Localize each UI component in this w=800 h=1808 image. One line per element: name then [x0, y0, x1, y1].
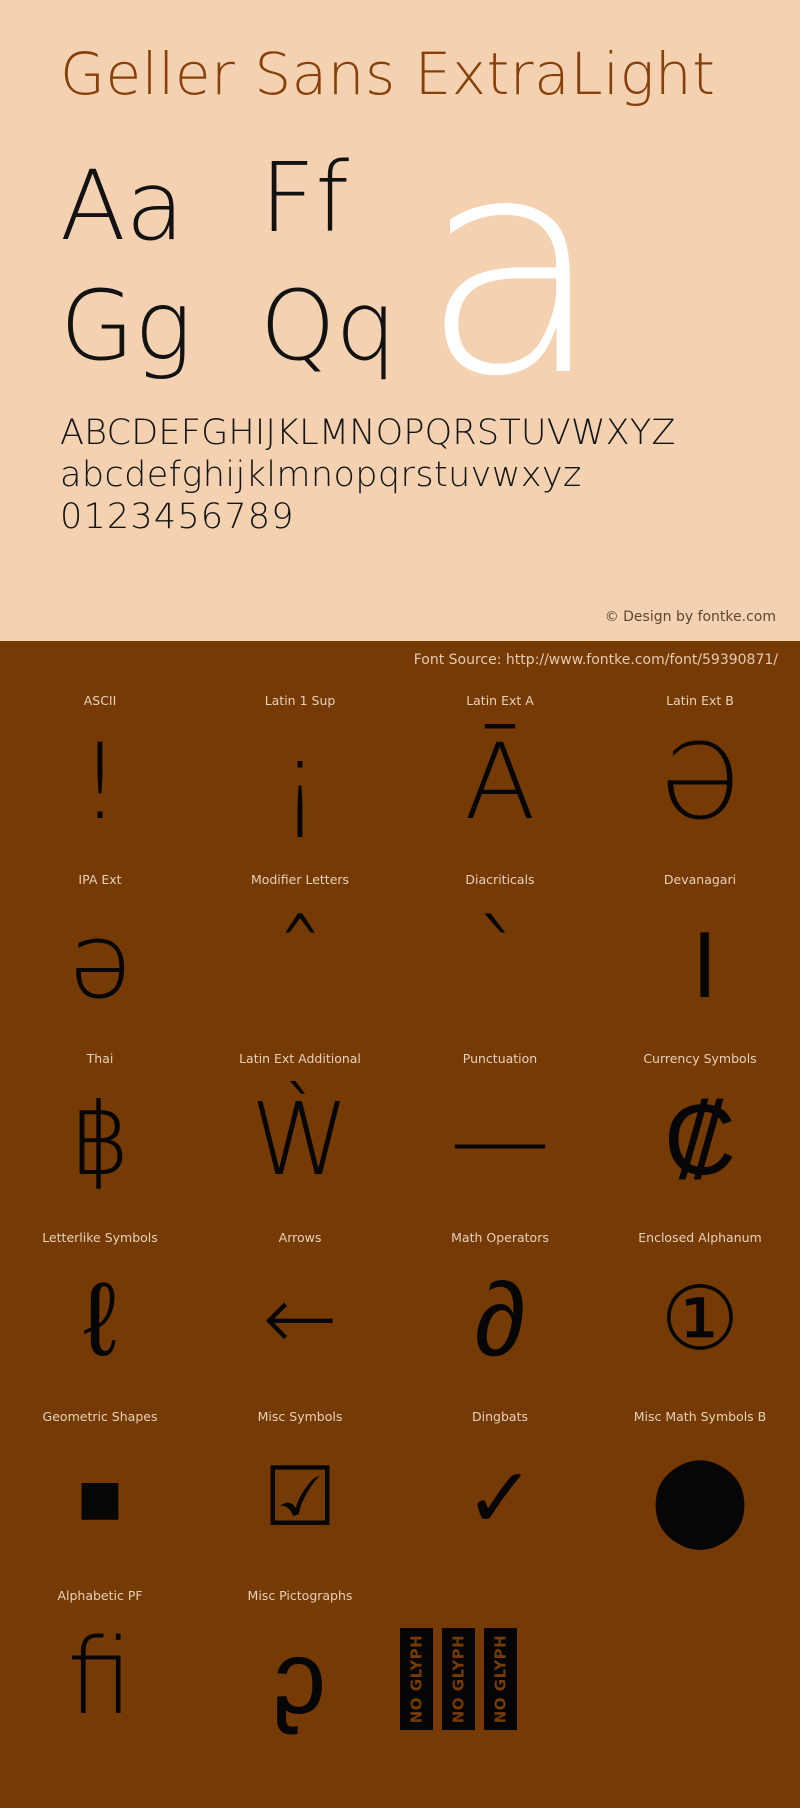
letter-pair-grid: Aa Ff Gg Qq	[60, 150, 740, 395]
letter-pair-ff: Ff	[260, 142, 350, 254]
digit-row: 0123456789	[60, 497, 295, 537]
hero-panel: Geller Sans ExtraLight Aa Ff Gg Qq a ABC…	[0, 0, 800, 641]
unicode-block-cell[interactable]: Latin Ext BƏ	[600, 679, 800, 858]
unicode-block-cell[interactable]: Letterlike Symbols ℓ	[0, 1216, 200, 1395]
design-credit: © Design by fontke.com	[604, 609, 776, 625]
devanagari-danda-glyph: ।	[680, 900, 720, 1022]
check-mark-glyph: ✓	[464, 1449, 536, 1547]
no-glyph-label: NO GLYPH	[491, 1634, 509, 1724]
page-title: Geller Sans ExtraLight	[60, 40, 716, 108]
unicode-block-cell[interactable]	[600, 1574, 800, 1754]
unicode-block-cell[interactable]: NO GLYPH NO GLYPH NO GLYPH	[400, 1574, 600, 1754]
unicode-block-cell[interactable]: Thai ฿	[0, 1037, 200, 1216]
unicode-block-cell[interactable]: Latin Ext Additional Ẁ	[200, 1037, 400, 1216]
unicode-block-row: Geometric Shapes ■ Misc Symbols ☑ Dingbats ✓ M…	[0, 1395, 800, 1574]
unicode-block-cell[interactable]: Currency Symbols ₡	[600, 1037, 800, 1216]
unicode-block-cell[interactable]: ASCII!	[0, 679, 200, 858]
unicode-block-cell[interactable]: Misc Symbols ☑	[200, 1395, 400, 1574]
no-glyph-box: NO GLYPH	[442, 1628, 475, 1730]
font-source-link[interactable]: Font Source: http://www.fontke.com/font/…	[414, 651, 778, 669]
unicode-blocks-panel: Font Source: http://www.fontke.com/font/…	[0, 641, 800, 1808]
uppercase-alphabet: ABCDEFGHIJKLMNOPQRSTUVWXYZ	[60, 413, 676, 453]
missing-glyph-boxes: NO GLYPH NO GLYPH NO GLYPH	[400, 1604, 600, 1754]
capital-schwa-glyph: Ə	[659, 721, 741, 843]
unicode-block-row: Thai ฿ Latin Ext Additional Ẁ Punctuation — Cu…	[0, 1037, 800, 1216]
colon-currency-glyph: ₡	[663, 1081, 737, 1198]
large-display-letter: a	[420, 93, 604, 442]
ballot-box-check-glyph: ☑	[263, 1450, 337, 1545]
filled-circle-glyph: ⬤	[650, 1446, 750, 1549]
unicode-block-cell[interactable]: Diacriticals ˋ	[400, 858, 600, 1037]
no-glyph-label: NO GLYPH	[449, 1634, 467, 1724]
unicode-block-cell[interactable]: IPA Ext ə	[0, 858, 200, 1037]
letter-pair-qq: Qq	[260, 270, 397, 382]
unicode-block-cell[interactable]: Misc Pictographs ᶗ	[200, 1574, 400, 1754]
circled-digit-one-glyph: ①	[660, 1267, 740, 1370]
left-arrow-glyph: ←	[262, 1266, 338, 1371]
unicode-block-cell[interactable]: Arrows ←	[200, 1216, 400, 1395]
alphabet-block: ABCDEFGHIJKLMNOPQRSTUVWXYZ abcdefghijklm…	[60, 412, 760, 538]
unicode-block-row: IPA Ext ə Modifier Letters ˆ Diacriticals ˋ De…	[0, 858, 800, 1037]
letter-pair-aa: Aa	[60, 150, 185, 262]
unicode-block-cell[interactable]: Geometric Shapes ■	[0, 1395, 200, 1574]
unicode-block-cell[interactable]: Punctuation —	[400, 1037, 600, 1216]
schwa-glyph: ə	[68, 900, 132, 1022]
modifier-circumflex-glyph: ˆ	[274, 900, 326, 1022]
partial-differential-glyph: ∂	[474, 1258, 526, 1380]
unicode-block-cell[interactable]: Misc Math Symbols B ⬤	[600, 1395, 800, 1574]
no-glyph-box: NO GLYPH	[400, 1628, 433, 1730]
thai-baht-glyph: ฿	[68, 1081, 132, 1198]
unicode-block-cell[interactable]: Latin 1 Sup ¡	[200, 679, 400, 858]
exclamation-mark-glyph: !	[79, 721, 121, 843]
unicode-block-cell[interactable]: Math Operators ∂	[400, 1216, 600, 1395]
unicode-block-cell[interactable]: Alphabetic PF ﬁ	[0, 1574, 200, 1754]
unicode-block-row: Alphabetic PF ﬁ Misc Pictographs ᶗ NO GLYPH N…	[0, 1574, 800, 1754]
unicode-block-grid: ASCII! Latin 1 Sup ¡ Latin Ext A Ā Latin Ext …	[0, 679, 800, 1754]
w-grave-glyph: Ẁ	[250, 1081, 350, 1198]
script-small-l-glyph: ℓ	[83, 1258, 117, 1380]
grave-accent-glyph: ˋ	[474, 900, 526, 1022]
filled-square-glyph: ■	[77, 1453, 123, 1542]
unicode-block-cell[interactable]: Devanagari ।	[600, 858, 800, 1037]
no-glyph-box: NO GLYPH	[484, 1628, 517, 1730]
lowercase-alphabet: abcdefghijklmnopqrstuvwxyz	[60, 455, 582, 495]
a-macron-glyph: Ā	[464, 721, 536, 843]
unicode-block-cell[interactable]: Dingbats ✓	[400, 1395, 600, 1574]
letter-pair-gg: Gg	[60, 270, 192, 382]
fi-ligature-glyph: ﬁ	[67, 1616, 133, 1738]
unicode-block-cell[interactable]: Modifier Letters ˆ	[200, 858, 400, 1037]
font-specimen-page: Geller Sans ExtraLight Aa Ff Gg Qq a ABC…	[0, 0, 800, 1808]
inverted-exclamation-glyph: ¡	[279, 721, 321, 843]
unicode-block-row: ASCII! Latin 1 Sup ¡ Latin Ext A Ā Latin Ext …	[0, 679, 800, 858]
unicode-block-row: Letterlike Symbols ℓ Arrows ← Math Operators…	[0, 1216, 800, 1395]
open-o-barred-glyph: ᶗ	[274, 1616, 326, 1738]
unicode-block-cell[interactable]: Latin Ext AĀ	[400, 679, 600, 858]
no-glyph-label: NO GLYPH	[407, 1634, 425, 1724]
em-dash-glyph: —	[450, 1081, 550, 1198]
unicode-block-cell[interactable]: Enclosed Alphanum ①	[600, 1216, 800, 1395]
